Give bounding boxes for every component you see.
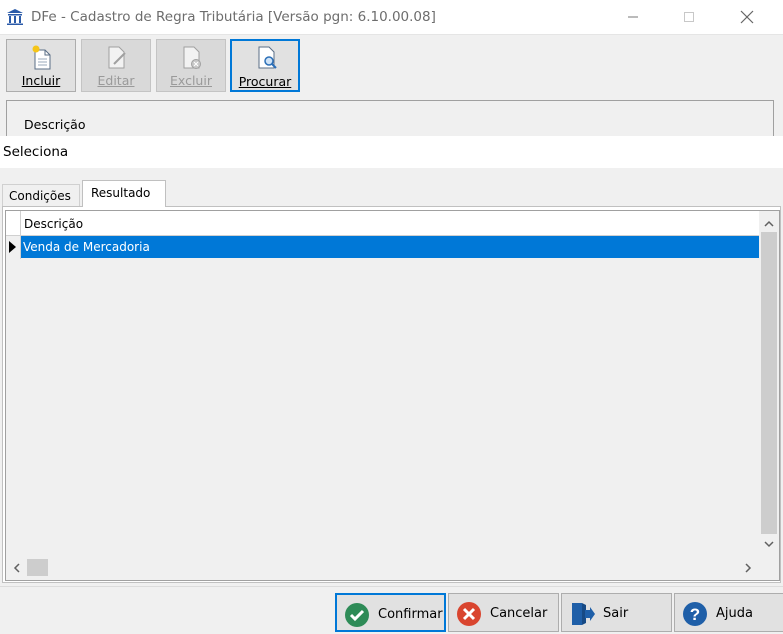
search-document-icon (258, 46, 277, 69)
tab-resultado-label: Resultado (91, 186, 151, 200)
editar-label: Editar (97, 73, 135, 88)
seleciona-dialog: Seleciona Condições Resultado Descrição … (0, 136, 783, 634)
scroll-up-icon[interactable] (759, 216, 779, 232)
procurar-button[interactable]: Procurar (230, 39, 300, 92)
parent-title-bar: DFe - Cadastro de Regra Tributária [Vers… (0, 0, 783, 35)
editar-button[interactable]: Editar (81, 39, 151, 92)
dialog-title: Seleciona (3, 144, 69, 160)
dialog-button-bar: Confirmar Cancelar Sair ? Ajuda (0, 586, 783, 634)
tab-condicoes[interactable]: Condições (2, 184, 80, 206)
bank-building-icon (7, 9, 23, 25)
incluir-label: Incluir (21, 73, 61, 88)
confirmar-label: Confirmar (378, 607, 443, 622)
cancelar-button[interactable]: Cancelar (448, 593, 559, 632)
parent-descricao-label: Descrição (24, 117, 86, 132)
confirmar-button[interactable]: Confirmar (335, 593, 446, 632)
grid-header: Descrição (6, 211, 759, 236)
excluir-button[interactable]: Excluir (156, 39, 226, 92)
incluir-button[interactable]: Incluir (6, 39, 76, 92)
horizontal-scrollbar[interactable] (6, 556, 759, 580)
column-header-descricao[interactable]: Descrição (24, 217, 83, 231)
sair-button[interactable]: Sair (561, 593, 672, 632)
table-row[interactable]: Venda de Mercadoria (21, 236, 759, 258)
dialog-title-bar: Seleciona (0, 136, 783, 168)
svg-text:?: ? (690, 605, 700, 624)
horizontal-scroll-thumb[interactable] (27, 559, 48, 576)
check-circle-icon (345, 603, 369, 627)
cancel-circle-icon (457, 602, 481, 626)
scroll-left-icon[interactable] (10, 560, 24, 576)
scroll-down-icon[interactable] (759, 535, 779, 553)
cell-descricao: Venda de Mercadoria (23, 240, 150, 254)
scroll-right-icon[interactable] (741, 560, 755, 576)
tab-condicoes-label: Condições (9, 189, 71, 203)
maximize-icon (684, 12, 694, 22)
current-row-arrow-icon (9, 241, 16, 253)
minimize-button[interactable] (610, 0, 656, 34)
parent-filter-panel (6, 100, 774, 136)
vertical-scrollbar[interactable] (759, 211, 779, 556)
parent-window: DFe - Cadastro de Regra Tributária [Vers… (0, 0, 783, 136)
procurar-label: Procurar (238, 74, 292, 89)
cancelar-label: Cancelar (490, 606, 548, 621)
ajuda-label: Ajuda (716, 606, 753, 621)
parent-window-title: DFe - Cadastro de Regra Tributária [Vers… (31, 9, 436, 25)
delete-document-icon (183, 46, 201, 69)
parent-toolbar: Incluir Editar Excluir Procurar (0, 35, 783, 99)
edit-document-icon (108, 46, 126, 69)
close-icon (740, 10, 754, 24)
sair-label: Sair (603, 606, 629, 621)
vertical-scroll-thumb[interactable] (761, 232, 777, 534)
new-document-icon (32, 45, 51, 70)
results-grid[interactable]: Descrição Venda de Mercadoria (5, 210, 780, 581)
maximize-button[interactable] (666, 0, 712, 34)
exit-door-icon (572, 603, 595, 625)
tab-resultado[interactable]: Resultado (82, 180, 166, 207)
excluir-label: Excluir (170, 73, 212, 88)
help-circle-icon: ? (683, 602, 707, 626)
minimize-icon (628, 16, 638, 18)
close-button[interactable] (724, 0, 770, 34)
ajuda-button[interactable]: ? Ajuda (674, 593, 783, 632)
